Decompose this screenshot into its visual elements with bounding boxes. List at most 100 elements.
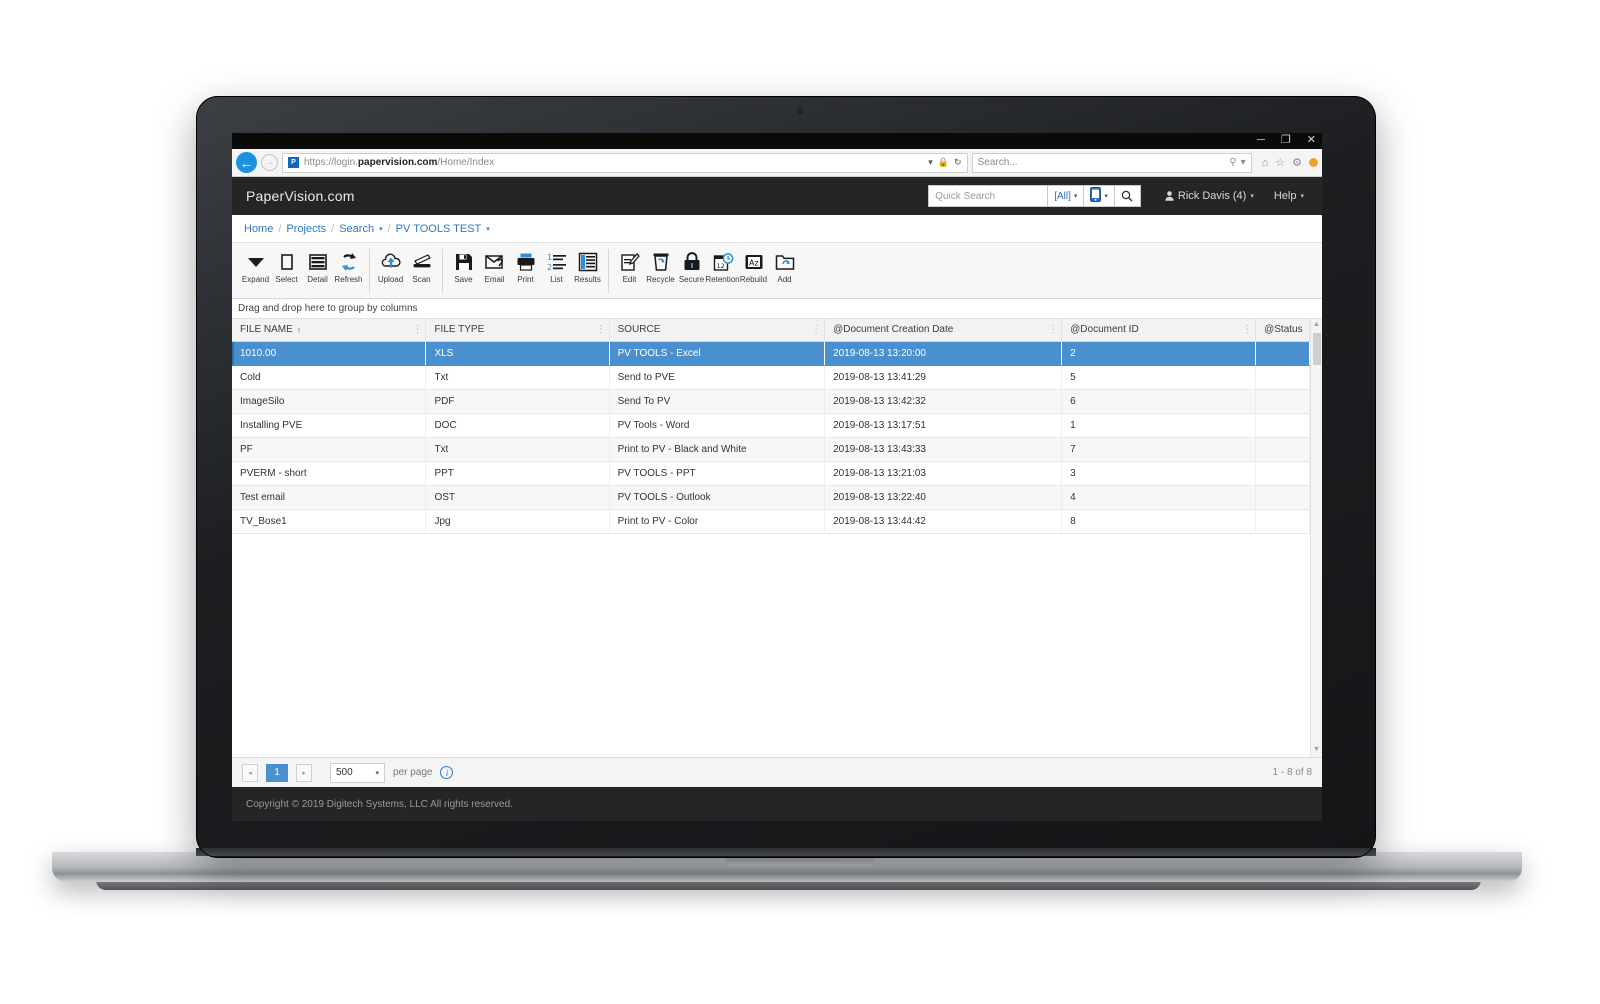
browser-search-placeholder: Search... [977, 157, 1018, 168]
floppy-save-icon [451, 249, 476, 274]
group-by-dropzone[interactable]: Drag and drop here to group by columns [232, 299, 1322, 319]
forward-arrow-icon[interactable]: → [261, 154, 278, 171]
cell-file-type: Jpg [425, 509, 610, 534]
close-button[interactable]: ✕ [1307, 134, 1316, 146]
chevron-down-icon[interactable]: ▾ [486, 225, 490, 233]
per-page-label: per page [393, 767, 433, 778]
scrollbar-thumb[interactable] [1313, 333, 1321, 365]
breadcrumb-item-home[interactable]: Home [244, 223, 273, 235]
email-attach-icon [482, 249, 507, 274]
next-page-button[interactable]: ▸ [296, 763, 312, 782]
cell-document-id: 3 [1061, 461, 1257, 486]
results-grid-icon [575, 249, 600, 274]
toolbar-label: Results [574, 275, 601, 284]
toolbar-button-scan[interactable]: Scan [406, 249, 437, 284]
settings-gear-icon[interactable]: ⚙ [1292, 156, 1302, 169]
maximize-button[interactable]: ❐ [1281, 134, 1291, 146]
back-arrow-icon[interactable]: ← [236, 152, 257, 173]
grid-vertical-scrollbar[interactable]: ▲ ▼ [1310, 319, 1322, 757]
device-filter-dropdown[interactable]: ▾ [1084, 185, 1115, 207]
minimize-button[interactable]: ─ [1257, 134, 1265, 146]
table-row[interactable]: Cold Txt Send to PVE 2019-08-13 13:41:29… [232, 365, 1310, 390]
browser-search-box[interactable]: Search... ⚲ ▾ [971, 152, 1252, 173]
document-table: FILE NAME ↑ ⋮ FILE TYPE ⋮ SOURCE ⋮ @Docu… [232, 319, 1310, 534]
toolbar-button-edit[interactable]: Edit [614, 249, 645, 284]
group-by-hint: Drag and drop here to group by columns [238, 303, 418, 314]
toolbar-button-print[interactable]: Print [510, 249, 541, 284]
search-provider-caret-icon[interactable]: ▾ [1241, 157, 1246, 168]
favorites-star-icon[interactable]: ☆ [1275, 156, 1285, 169]
user-avatar-icon [1165, 191, 1174, 201]
column-header-file-name[interactable]: FILE NAME ↑ ⋮ [232, 319, 427, 342]
cell-source: Print to PV - Color [609, 509, 826, 534]
page-size-select[interactable]: 500 ▾ [330, 762, 385, 783]
info-icon[interactable]: i [440, 766, 454, 779]
address-dropdown-caret-icon[interactable]: ▾ [928, 157, 933, 168]
home-icon[interactable]: ⌂ [1262, 157, 1269, 169]
column-header-document-id[interactable]: @Document ID ⋮ [1061, 319, 1257, 342]
table-row[interactable]: 1010.00 XLS PV TOOLS - Excel 2019-08-13 … [232, 341, 1310, 366]
toolbar-button-list[interactable]: 1 2 List [541, 249, 572, 284]
toolbar-button-retention[interactable]: 12 Retention [705, 249, 740, 284]
search-submit-button[interactable] [1114, 185, 1141, 207]
cell-file-name: Installing PVE [232, 413, 427, 438]
table-row[interactable]: PF Txt Print to PV - Black and White 201… [232, 437, 1310, 462]
column-menu-icon[interactable]: ⋮ [1048, 324, 1058, 334]
toolbar-button-email[interactable]: Email [479, 249, 510, 284]
column-label: SOURCE [617, 324, 661, 336]
toolbar-button-results[interactable]: Results [572, 249, 603, 284]
search-scope-dropdown[interactable]: [All] ▾ [1048, 185, 1085, 207]
toolbar-button-select[interactable]: Select [271, 249, 302, 284]
cell-status [1255, 485, 1310, 510]
cell-document-id: 7 [1061, 437, 1257, 462]
address-bar[interactable]: P https://login.papervision.com/Home/Ind… [282, 152, 968, 173]
toolbar-label: Edit [622, 275, 637, 284]
scroll-up-icon[interactable]: ▲ [1311, 319, 1322, 330]
column-menu-icon[interactable]: ⋮ [1242, 324, 1252, 334]
refresh-icon[interactable]: ↻ [954, 157, 962, 168]
page-number-button-1[interactable]: 1 [266, 763, 288, 782]
toolbar-button-save[interactable]: Save [448, 249, 479, 284]
table-row[interactable]: PVERM - short PPT PV TOOLS - PPT 2019-08… [232, 461, 1310, 486]
table-row[interactable]: TV_Bose1 Jpg Print to PV - Color 2019-08… [232, 509, 1310, 534]
chevron-down-icon[interactable]: ▾ [379, 225, 383, 233]
breadcrumb-item-projects[interactable]: Projects [286, 223, 326, 235]
select-square-icon [274, 249, 299, 274]
notification-dot-icon[interactable] [1309, 158, 1318, 167]
toolbar-label: Email [484, 275, 505, 284]
help-menu[interactable]: Help ▾ [1264, 190, 1314, 202]
breadcrumb-item-search[interactable]: Search [339, 223, 374, 235]
breadcrumb-item-pv-tools-test[interactable]: PV TOOLS TEST [396, 223, 482, 235]
scroll-down-icon[interactable]: ▼ [1311, 744, 1322, 755]
column-menu-icon[interactable]: ⋮ [412, 324, 422, 334]
column-header-status[interactable]: @Status [1255, 319, 1310, 342]
cell-file-name: TV_Bose1 [232, 509, 427, 534]
toolbar-button-add[interactable]: Add [769, 249, 800, 284]
column-header-document-creation-date[interactable]: @Document Creation Date ⋮ [824, 319, 1063, 342]
cell-file-name: ImageSilo [232, 389, 427, 414]
toolbar-button-rebuild[interactable]: Az Rebuild [738, 249, 769, 284]
toolbar-label: List [550, 275, 563, 284]
column-menu-icon[interactable]: ⋮ [596, 324, 606, 334]
toolbar-button-refresh[interactable]: Refresh [333, 249, 364, 284]
search-icon[interactable]: ⚲ [1229, 157, 1236, 168]
column-menu-icon[interactable]: ⋮ [811, 324, 821, 334]
user-menu[interactable]: Rick Davis (4) ▾ [1155, 190, 1264, 202]
results-grid: FILE NAME ↑ ⋮ FILE TYPE ⋮ SOURCE ⋮ @Docu… [232, 319, 1310, 757]
printer-icon [513, 249, 538, 274]
previous-page-button[interactable]: ◂ [242, 763, 258, 782]
quick-search-input[interactable]: Quick Search [928, 185, 1049, 207]
column-header-source[interactable]: SOURCE ⋮ [609, 319, 826, 342]
url-scheme: https://login. [304, 157, 358, 168]
toolbar-label: Secure [678, 275, 705, 284]
toolbar-button-expand[interactable]: Expand [240, 249, 271, 284]
table-row[interactable]: Test email OST PV TOOLS - Outlook 2019-0… [232, 485, 1310, 510]
column-header-file-type[interactable]: FILE TYPE ⋮ [425, 319, 610, 342]
table-row[interactable]: Installing PVE DOC PV Tools - Word 2019-… [232, 413, 1310, 438]
toolbar-button-upload[interactable]: Upload [375, 249, 406, 284]
toolbar-button-secure[interactable]: Secure [676, 249, 707, 284]
table-row[interactable]: ImageSilo PDF Send To PV 2019-08-13 13:4… [232, 389, 1310, 414]
toolbar-button-detail[interactable]: Detail [302, 249, 333, 284]
toolbar-button-recycle[interactable]: Recycle [645, 249, 676, 284]
column-label: @Document ID [1070, 324, 1139, 336]
